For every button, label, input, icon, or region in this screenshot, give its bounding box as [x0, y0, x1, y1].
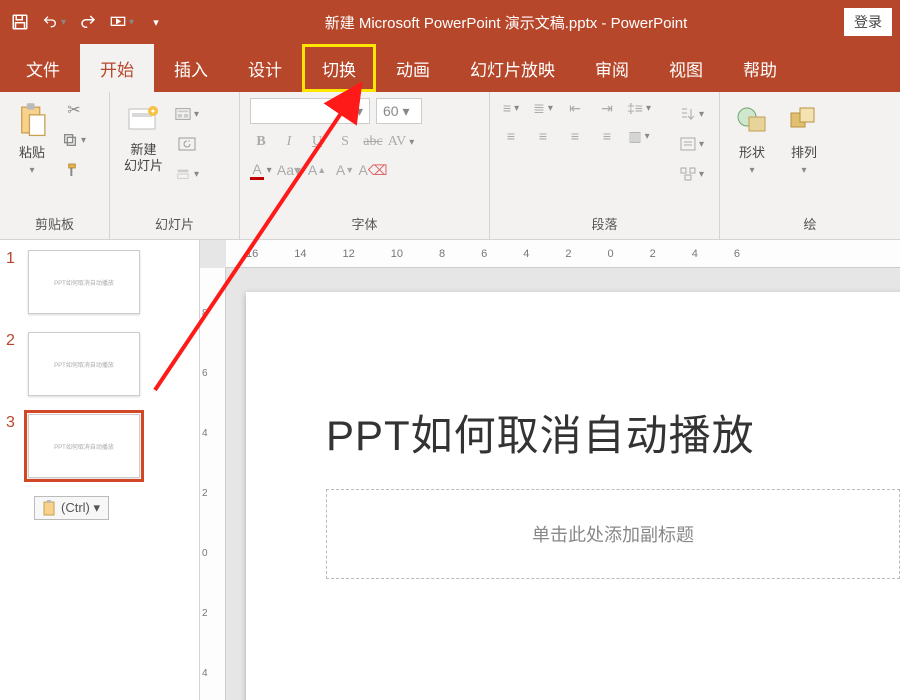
align-text-icon[interactable] [680, 132, 704, 156]
underline-button[interactable]: U [306, 132, 328, 152]
tab-review[interactable]: 审阅 [575, 44, 649, 92]
font-color-button[interactable]: A [250, 160, 272, 180]
paste-badge-label: (Ctrl) ▾ [61, 500, 100, 516]
subtitle-placeholder-text: 单击此处添加副标题 [532, 521, 694, 547]
shadow-button[interactable]: S [334, 132, 356, 152]
thumb-row[interactable]: 3 PPT如何取消自动播放 [6, 414, 193, 478]
slide-title-text[interactable]: PPT如何取消自动播放 [326, 402, 900, 463]
document-title: 新建 Microsoft PowerPoint 演示文稿.pptx - Powe… [168, 12, 844, 33]
qat-customize-icon[interactable]: ▾ [144, 10, 168, 34]
slide-canvas[interactable]: PPT如何取消自动播放 单击此处添加副标题 [246, 292, 900, 700]
undo-icon[interactable] [42, 10, 66, 34]
copy-icon[interactable] [62, 128, 86, 152]
slide-thumbnail-1[interactable]: PPT如何取消自动播放 [28, 250, 140, 314]
shapes-button[interactable]: 形状 ▾ [730, 98, 774, 180]
tab-help[interactable]: 帮助 [723, 44, 797, 92]
italic-button[interactable]: I [278, 132, 300, 152]
login-button[interactable]: 登录 [844, 8, 892, 36]
vertical-ruler[interactable]: 8 6 4 2 0 2 4 [200, 268, 226, 700]
thumb-row[interactable]: 1 PPT如何取消自动播放 [6, 250, 193, 314]
char-spacing-button[interactable]: AV [390, 132, 412, 152]
align-right-button[interactable]: ≡ [564, 126, 586, 146]
tab-slideshow[interactable]: 幻灯片放映 [450, 44, 575, 92]
tab-view[interactable]: 视图 [649, 44, 723, 92]
slide-thumbnail-panel[interactable]: 1 PPT如何取消自动播放 2 PPT如何取消自动播放 3 PPT如何取消自动播… [0, 240, 200, 700]
group-drawing: 形状 ▾ 排列 ▾ 绘 [720, 92, 900, 239]
columns-button[interactable]: ▥ [628, 126, 650, 146]
tab-animation[interactable]: 动画 [376, 44, 450, 92]
thumb-row[interactable]: 2 PPT如何取消自动播放 [6, 332, 193, 396]
slide-thumbnail-3[interactable]: PPT如何取消自动播放 [28, 414, 140, 478]
cut-icon[interactable]: ✂ [62, 98, 86, 122]
group-clipboard-label: 剪贴板 [10, 212, 99, 237]
strikethrough-button[interactable]: abc [362, 132, 384, 152]
svg-text:✦: ✦ [149, 107, 156, 116]
group-drawing-label: 绘 [730, 212, 890, 237]
group-slides-label: 幻灯片 [120, 212, 229, 237]
increase-indent-button[interactable]: ⇥ [596, 98, 618, 118]
thumb-number: 1 [6, 250, 20, 268]
tab-file[interactable]: 文件 [6, 44, 80, 92]
arrange-icon [786, 102, 822, 138]
paste-button[interactable]: 粘贴 ▾ [10, 98, 54, 180]
decrease-indent-button[interactable]: ⇤ [564, 98, 586, 118]
group-font-label: 字体 [250, 212, 479, 237]
group-paragraph: ≡ ≣ ⇤ ⇥ ‡≡ ≡ ≡ ≡ ≡ ▥ 段落 [490, 92, 720, 239]
group-clipboard: 粘贴 ▾ ✂ 剪贴板 [0, 92, 110, 239]
slide-thumbnail-2[interactable]: PPT如何取消自动播放 [28, 332, 140, 396]
shapes-icon [734, 102, 770, 138]
numbering-button[interactable]: ≣ [532, 98, 554, 118]
bullets-button[interactable]: ≡ [500, 98, 522, 118]
new-slide-button[interactable]: ✦ 新建 幻灯片 [120, 98, 167, 177]
line-spacing-button[interactable]: ‡≡ [628, 98, 650, 118]
shapes-label: 形状 [739, 142, 765, 161]
redo-icon[interactable] [76, 10, 100, 34]
align-left-button[interactable]: ≡ [500, 126, 522, 146]
workspace: 1 PPT如何取消自动播放 2 PPT如何取消自动播放 3 PPT如何取消自动播… [0, 240, 900, 700]
slide-editor-area: 16 14 12 10 8 6 4 2 0 2 4 6 8 6 4 2 0 2 … [200, 240, 900, 700]
bold-button[interactable]: B [250, 132, 272, 152]
group-slides: ✦ 新建 幻灯片 幻灯片 [110, 92, 240, 239]
tab-insert[interactable]: 插入 [154, 44, 228, 92]
arrange-label: 排列 [791, 142, 817, 161]
thumb-number: 2 [6, 332, 20, 350]
subtitle-placeholder[interactable]: 单击此处添加副标题 [326, 489, 900, 579]
text-direction-icon[interactable] [680, 102, 704, 126]
shrink-font-button[interactable]: A▼ [334, 160, 356, 180]
save-icon[interactable] [8, 10, 32, 34]
paste-label: 粘贴 [19, 142, 45, 161]
thumb-number: 3 [6, 414, 20, 432]
font-name-dropdown[interactable]: ▾ [250, 98, 370, 124]
reset-slide-icon[interactable] [175, 132, 199, 156]
change-case-button[interactable]: Aa▾ [278, 160, 300, 180]
arrange-button[interactable]: 排列 ▾ [782, 98, 826, 180]
ribbon-tabs: 文件 开始 插入 设计 切换 动画 幻灯片放映 审阅 视图 帮助 [0, 44, 900, 92]
tab-design[interactable]: 设计 [228, 44, 302, 92]
horizontal-ruler[interactable]: 16 14 12 10 8 6 4 2 0 2 4 6 [226, 240, 900, 268]
clear-formatting-button[interactable]: A⌫ [362, 160, 384, 180]
font-size-dropdown[interactable]: 60 ▾ [376, 98, 422, 124]
new-slide-label: 新建 幻灯片 [124, 142, 163, 173]
quick-access-toolbar: ▾ [8, 10, 168, 34]
tab-transition[interactable]: 切换 [302, 44, 376, 92]
section-icon[interactable] [175, 162, 199, 186]
group-font: ▾ 60 ▾ B I U S abc AV A Aa▾ A▲ A▼ A⌫ 字体 [240, 92, 490, 239]
format-painter-icon[interactable] [62, 158, 86, 182]
tab-home[interactable]: 开始 [80, 44, 154, 92]
justify-button[interactable]: ≡ [596, 126, 618, 146]
align-center-button[interactable]: ≡ [532, 126, 554, 146]
group-paragraph-label: 段落 [500, 212, 709, 237]
clipboard-icon [14, 102, 50, 138]
paste-options-badge[interactable]: (Ctrl) ▾ [34, 496, 109, 520]
start-from-beginning-icon[interactable] [110, 10, 134, 34]
smartart-icon[interactable] [680, 162, 704, 186]
title-bar: ▾ 新建 Microsoft PowerPoint 演示文稿.pptx - Po… [0, 0, 900, 44]
layout-icon[interactable] [175, 102, 199, 126]
grow-font-button[interactable]: A▲ [306, 160, 328, 180]
new-slide-icon: ✦ [126, 102, 162, 138]
font-size-value: 60 [383, 103, 399, 119]
ribbon: 粘贴 ▾ ✂ 剪贴板 ✦ 新建 幻灯片 [0, 92, 900, 240]
